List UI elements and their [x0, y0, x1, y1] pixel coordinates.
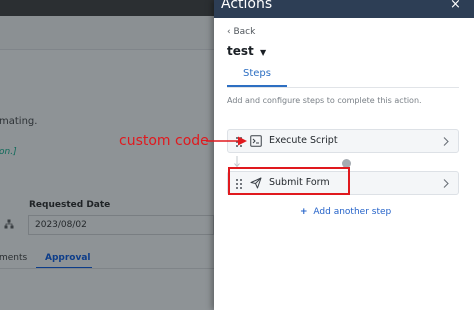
requested-date-field: 2023/08/02 — [28, 215, 214, 235]
background-text-line: mating. — [0, 116, 38, 127]
tabs-divider — [227, 87, 459, 88]
background-tab-approval: Approval — [45, 253, 91, 263]
drawer-title: Actions — [221, 0, 273, 12]
annotation-label: custom code — [119, 133, 209, 149]
org-chart-icon — [4, 219, 14, 229]
back-button[interactable]: ‹ Back — [227, 27, 255, 37]
back-label: Back — [233, 27, 256, 37]
chevron-right-icon — [443, 179, 449, 188]
background-link: on.] — [0, 147, 17, 157]
chevron-left-icon: ‹ — [227, 27, 231, 37]
caret-down-icon: ▼ — [259, 48, 267, 57]
background-tab-comments: ments — [0, 253, 28, 263]
steps-description: Add and configure steps to complete this… — [227, 96, 422, 105]
chevron-right-icon — [443, 137, 449, 146]
tab-steps[interactable]: Steps — [227, 68, 287, 86]
drawer-header: Actions × — [214, 0, 474, 18]
action-name: test — [227, 44, 254, 58]
close-icon[interactable]: × — [450, 0, 461, 12]
background-topbar — [0, 0, 214, 16]
terminal-icon — [250, 135, 262, 147]
step-card-execute-script[interactable]: Execute Script — [227, 129, 459, 153]
annotation-arrow-icon — [206, 136, 247, 146]
step-label: Execute Script — [269, 135, 338, 146]
add-another-step-button[interactable]: + Add another step — [300, 207, 391, 217]
add-step-label: Add another step — [313, 207, 392, 217]
actions-drawer: Actions × ‹ Back test ▼ Steps Add and co… — [214, 0, 474, 310]
background-tab-divider — [0, 268, 214, 269]
action-name-dropdown[interactable]: test ▼ — [227, 44, 266, 58]
annotation-highlight-box — [228, 167, 350, 195]
background-page: mating. on.] Requested Date 2023/08/02 m… — [0, 0, 214, 310]
background-toolbar — [0, 16, 214, 50]
requested-date-label: Requested Date — [29, 200, 111, 210]
plus-icon: + — [300, 207, 308, 217]
